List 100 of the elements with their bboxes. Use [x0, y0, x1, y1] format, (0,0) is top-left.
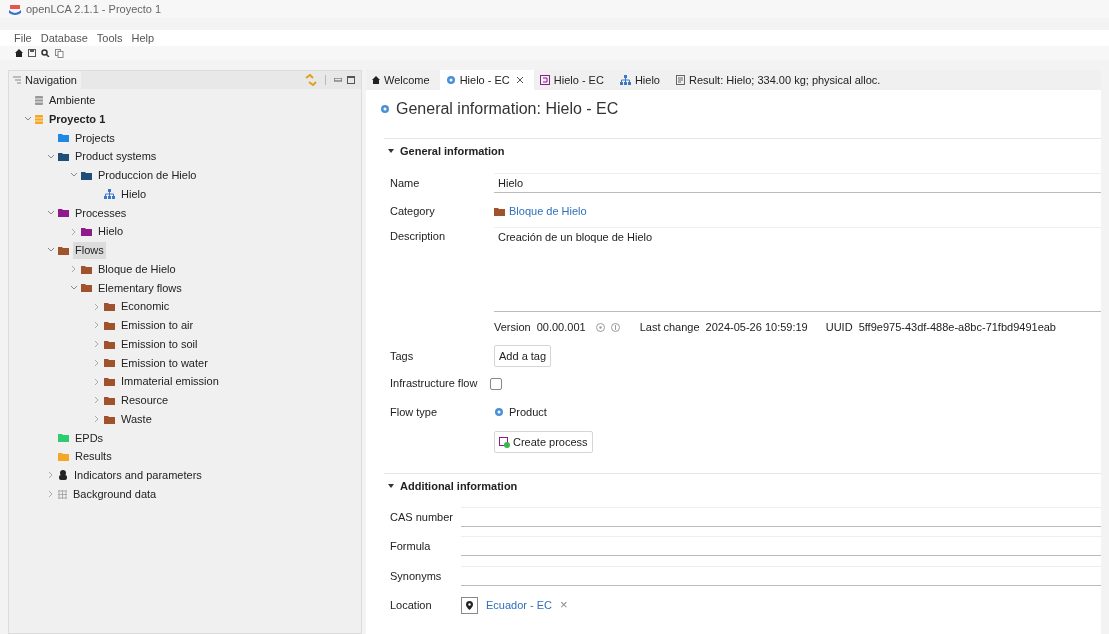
flow-type-value: Product: [509, 404, 547, 420]
chevron-right-icon[interactable]: [94, 397, 100, 404]
field-label: Version: [494, 319, 531, 335]
info-icon[interactable]: [610, 322, 620, 332]
chevron-down-icon[interactable]: [71, 284, 77, 291]
database-icon: [35, 95, 43, 105]
collapse-icon[interactable]: [388, 484, 394, 488]
chevron-right-icon[interactable]: [48, 472, 54, 479]
tree-item[interactable]: Immaterial emission: [119, 373, 221, 390]
tree-item[interactable]: Elementary flows: [96, 279, 184, 297]
chevron-down-icon[interactable]: [48, 209, 54, 216]
radio-icon[interactable]: [595, 322, 605, 332]
tree-item[interactable]: Emission to water: [119, 354, 210, 372]
field-label: UUID: [825, 319, 853, 335]
chevron-right-icon[interactable]: [48, 491, 54, 498]
checkbox[interactable]: [490, 377, 502, 390]
home-icon[interactable]: [15, 49, 23, 57]
chevron-down-icon[interactable]: [48, 153, 54, 160]
field-label: Infrastructure flow: [390, 376, 479, 392]
description-field[interactable]: Creación de un bloque de Hielo: [494, 227, 1101, 312]
field-label: Name: [390, 175, 421, 191]
process-icon: [539, 75, 550, 85]
chevron-right-icon[interactable]: [94, 322, 100, 329]
flow-icon: [494, 407, 504, 417]
search-icon[interactable]: [41, 49, 50, 57]
menu-item[interactable]: File: [14, 29, 32, 47]
database-icon: [35, 114, 43, 124]
tree-item[interactable]: Hielo: [119, 185, 149, 203]
chevron-right-icon[interactable]: [94, 359, 100, 366]
chevron-right-icon[interactable]: [71, 228, 77, 235]
copy-icon[interactable]: [55, 48, 64, 58]
tree-item[interactable]: Emission to air: [119, 317, 196, 334]
field-label: Location: [390, 597, 433, 613]
chevron-right-icon[interactable]: [94, 341, 100, 348]
process-icon: [499, 436, 510, 448]
tree-item[interactable]: Ambiente: [47, 92, 98, 109]
tree-item[interactable]: Processes: [73, 204, 129, 222]
chevron-down-icon[interactable]: [48, 247, 54, 254]
app-logo-icon: [8, 3, 22, 15]
field-label: Formula: [390, 539, 432, 554]
tree-item[interactable]: Projects: [73, 129, 117, 147]
field-label: CAS number: [390, 509, 454, 525]
minimize-icon[interactable]: [334, 78, 342, 82]
field-label: Last change: [639, 319, 700, 335]
tree-item[interactable]: Produccion de Hielo: [96, 167, 199, 184]
tree-item[interactable]: Background data: [71, 485, 159, 503]
field-label: Synonyms: [390, 568, 443, 584]
indicator-icon: [58, 470, 68, 481]
tree-item[interactable]: Resource: [119, 392, 171, 409]
chevron-right-icon[interactable]: [94, 378, 100, 385]
create-process-button[interactable]: Create process: [494, 431, 593, 453]
field-label: Flow type: [390, 404, 439, 420]
tree-item[interactable]: Proyecto 1: [47, 110, 108, 128]
text-field[interactable]: [461, 565, 1101, 586]
remove-location-button[interactable]: ×: [560, 595, 568, 615]
uuid-value: 5ff9e975-43df-488e-a8bc-71fbd9491eab: [858, 319, 1056, 335]
field-label: Category: [390, 203, 436, 219]
panel-title: Navigation: [25, 72, 77, 88]
tree-item[interactable]: Product systems: [73, 148, 159, 165]
menu-item[interactable]: Database: [40, 29, 88, 47]
menu-item[interactable]: Tools: [96, 29, 123, 47]
tree-item[interactable]: Results: [73, 448, 114, 465]
maximize-icon[interactable]: [347, 76, 355, 84]
close-icon[interactable]: [515, 76, 524, 84]
chevron-down-icon[interactable]: [25, 116, 31, 123]
tree-item[interactable]: Indicators and parameters: [72, 467, 204, 484]
chevron-down-icon[interactable]: [71, 172, 77, 179]
chevron-right-icon[interactable]: [94, 416, 100, 423]
hierarchy-icon: [104, 189, 115, 200]
menu-item[interactable]: Help: [131, 29, 155, 47]
tree-item[interactable]: Flows: [73, 242, 106, 259]
tree-item[interactable]: Emission to soil: [119, 335, 200, 353]
navigation-tab[interactable]: Navigation: [9, 71, 81, 89]
collapse-icon[interactable]: [388, 149, 394, 153]
text-field[interactable]: [461, 536, 1101, 557]
tree-icon: [13, 76, 21, 84]
chevron-right-icon[interactable]: [94, 303, 100, 310]
tree-item[interactable]: Economic: [119, 298, 172, 315]
flow-icon: [380, 104, 390, 114]
save-icon[interactable]: [28, 49, 36, 57]
editor-tab[interactable]: Hielo - EC: [439, 70, 534, 90]
home-icon: [372, 76, 380, 84]
tree-item[interactable]: Bloque de Hielo: [96, 260, 178, 278]
location-link[interactable]: Ecuador - EC: [486, 596, 553, 614]
folder-icon: [494, 206, 505, 216]
flow-icon: [445, 75, 456, 85]
category-link[interactable]: Bloque de Hielo: [509, 202, 587, 220]
text-field[interactable]: [461, 506, 1101, 527]
tree-item[interactable]: EPDs: [73, 429, 106, 447]
text-field[interactable]: Hielo: [494, 173, 1101, 193]
tree-item[interactable]: Hielo: [96, 223, 126, 240]
add-tag-button[interactable]: Add a tag: [494, 345, 552, 367]
report-icon: [676, 75, 685, 85]
location-button[interactable]: [461, 596, 478, 614]
chevron-right-icon[interactable]: [71, 266, 77, 273]
field-label: Tags: [390, 348, 415, 364]
field-label: Description: [390, 229, 447, 244]
version-value: 00.00.001: [536, 319, 586, 335]
hierarchy-icon: [619, 75, 631, 85]
tree-item[interactable]: Waste: [119, 410, 154, 428]
